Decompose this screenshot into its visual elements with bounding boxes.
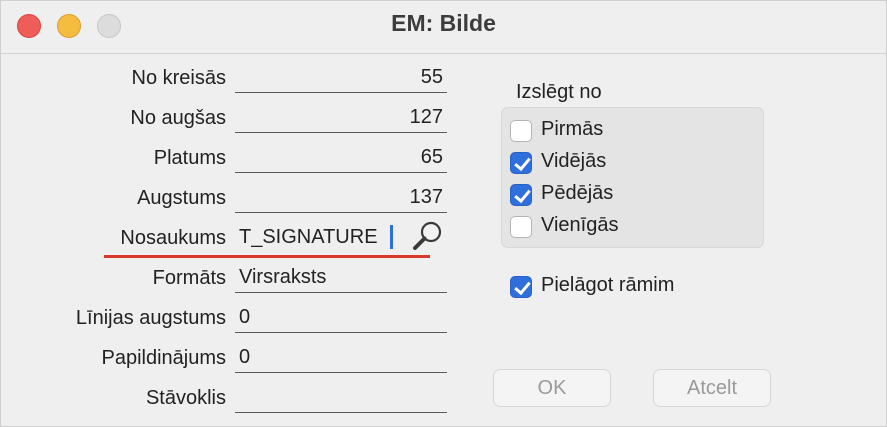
no-kreisas-field[interactable]: 55 xyxy=(235,63,447,93)
augstums-field[interactable]: 137 xyxy=(235,183,447,213)
linijas-augstums-field[interactable]: 0 xyxy=(235,303,447,333)
papildinajums-value: 0 xyxy=(239,346,251,368)
checkbox-label: Pielāgot rāmim xyxy=(541,274,675,296)
stavoklis-field[interactable] xyxy=(235,383,447,413)
formats-label: Formāts xyxy=(152,267,226,289)
platums-value: 65 xyxy=(420,146,443,168)
augstums-value: 137 xyxy=(409,186,443,208)
cancel-button[interactable]: Atcelt xyxy=(653,369,771,407)
papildinajums-field[interactable]: 0 xyxy=(235,343,447,373)
search-icon[interactable] xyxy=(411,219,445,253)
checkbox-box[interactable] xyxy=(510,120,532,142)
checkbox-label: Pēdējās xyxy=(541,182,614,204)
platums-field[interactable]: 65 xyxy=(235,143,447,173)
title-bar: EM: Bilde xyxy=(1,1,886,54)
no-augsas-value: 127 xyxy=(409,106,443,128)
nosaukums-field[interactable]: T_SIGNATURE xyxy=(235,221,447,253)
no-kreisas-label: No kreisās xyxy=(131,67,226,89)
linijas-augstums-value: 0 xyxy=(239,306,251,328)
checkbox-label: Vienīgās xyxy=(541,214,619,236)
no-kreisas-value: 55 xyxy=(420,66,443,88)
stavoklis-label: Stāvoklis xyxy=(145,387,226,409)
window-title: EM: Bilde xyxy=(391,10,496,36)
checkmark-icon[interactable] xyxy=(510,276,532,298)
linijas-augstums-label: Līnijas augstums xyxy=(75,307,226,329)
exclude-group-title: Izslēgt no xyxy=(516,81,602,103)
text-caret xyxy=(390,225,393,249)
augstums-label: Augstums xyxy=(137,187,226,209)
nosaukums-label: Nosaukums xyxy=(120,227,226,249)
checkmark-icon[interactable] xyxy=(510,152,532,174)
highlight-underline xyxy=(104,255,430,258)
checkbox-label: Vidējās xyxy=(541,150,607,172)
papildinajums-label: Papildinājums xyxy=(101,347,226,369)
platums-label: Platums xyxy=(153,147,226,169)
nosaukums-value: T_SIGNATURE xyxy=(239,226,378,248)
dialog-window: EM: Bilde No kreisās 55 No augšas 127 Pl… xyxy=(0,0,887,427)
ok-button[interactable]: OK xyxy=(493,369,611,407)
formats-field[interactable]: Virsraksts xyxy=(235,263,447,293)
formats-value: Virsraksts xyxy=(239,266,327,288)
no-augsas-field[interactable]: 127 xyxy=(235,103,447,133)
checkbox-box[interactable] xyxy=(510,216,532,238)
checkbox-label: Pirmās xyxy=(541,118,604,140)
no-augsas-label: No augšas xyxy=(130,107,226,129)
checkmark-icon[interactable] xyxy=(510,184,532,206)
